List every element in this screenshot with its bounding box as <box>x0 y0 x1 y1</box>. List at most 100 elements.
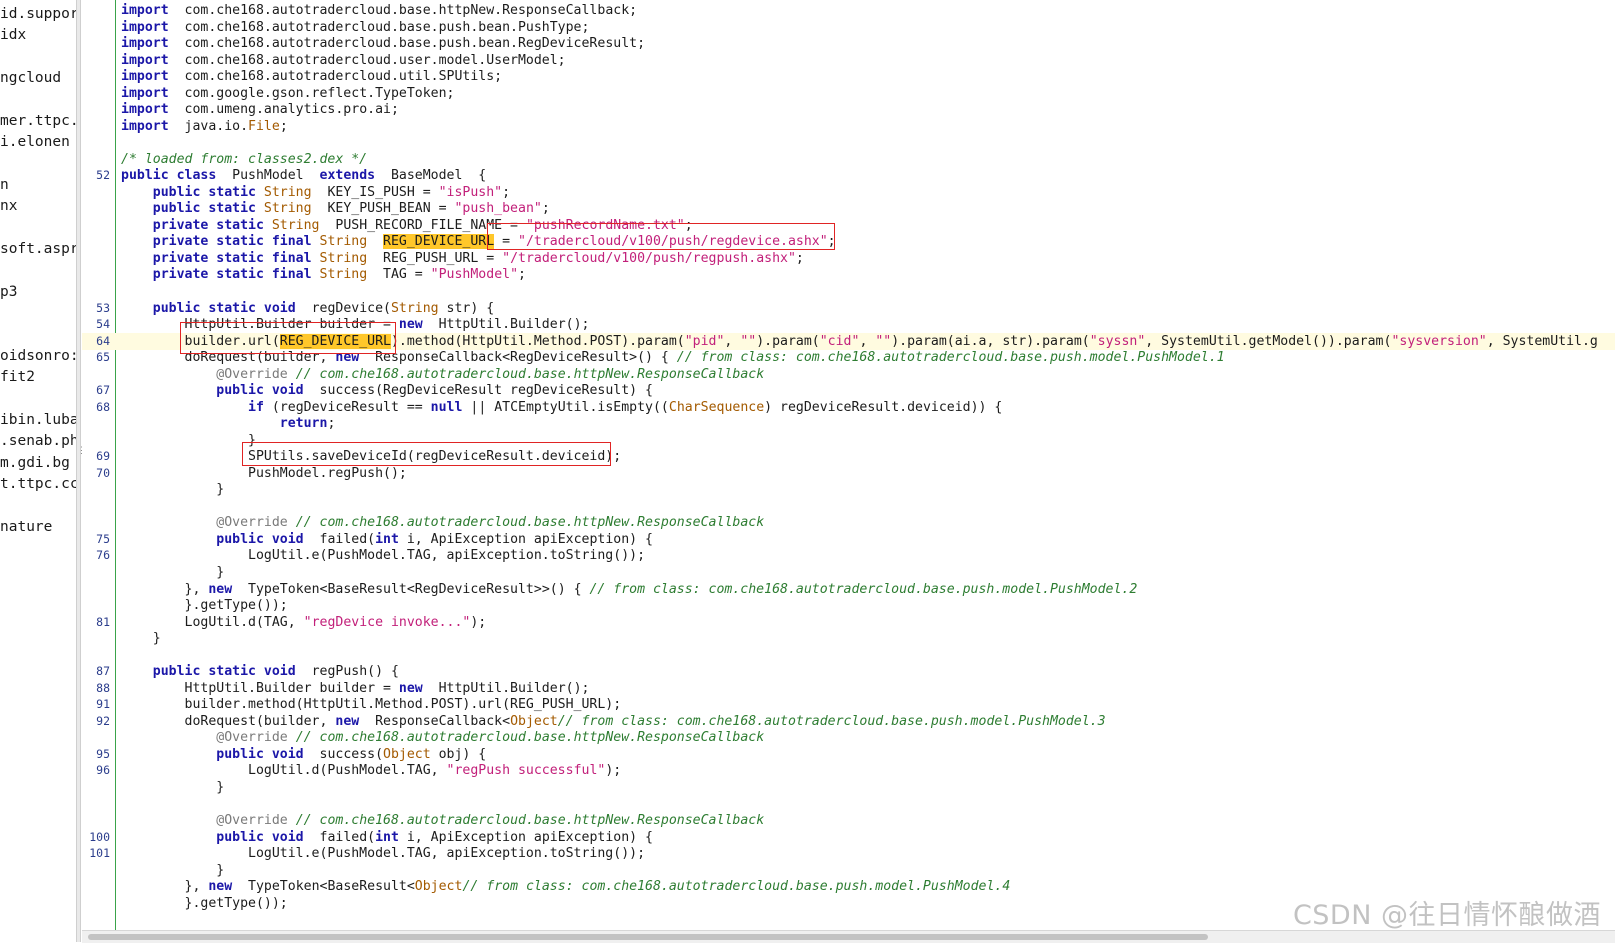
code-line[interactable]: }, new TypeToken<BaseResult<RegDeviceRes… <box>82 581 1615 598</box>
scrollbar-thumb[interactable] <box>88 934 1208 940</box>
code-line[interactable]: 87 public static void regPush() { <box>82 663 1615 680</box>
code-line[interactable]: 88 HttpUtil.Builder builder = new HttpUt… <box>82 680 1615 697</box>
code-token: i, ApiException apiException) { <box>398 829 653 845</box>
code-line[interactable]: 67 public void success(RegDeviceResult r… <box>82 382 1615 399</box>
code-line[interactable]: private static final String REG_PUSH_URL… <box>82 250 1615 267</box>
code-line[interactable]: 75 public void failed(int i, ApiExceptio… <box>82 531 1615 548</box>
code-token: String <box>311 250 368 266</box>
code-line[interactable] <box>82 647 1615 664</box>
code-token: } <box>121 565 225 581</box>
code-line[interactable]: 68 if (regDeviceResult == null || ATCEmp… <box>82 399 1615 416</box>
code-line[interactable]: import com.google.gson.reflect.TypeToken… <box>82 85 1615 102</box>
code-token: || ATCEmptyUtil.isEmpty(( <box>462 399 669 415</box>
code-text: return; <box>121 415 336 432</box>
code-line[interactable]: /* loaded from: classes2.dex */ <box>82 151 1615 168</box>
code-line[interactable]: } <box>82 630 1615 647</box>
code-line[interactable]: } <box>82 779 1615 796</box>
tree-item[interactable]: mer.ttpc. <box>0 113 76 129</box>
tree-item[interactable]: nature <box>0 519 52 535</box>
code-token: String <box>255 184 312 200</box>
code-line[interactable]: 65 doRequest(builder, new ResponseCallba… <box>82 349 1615 366</box>
code-line[interactable]: import java.io.File; <box>82 118 1615 135</box>
tree-item[interactable]: .senab.ph <box>0 433 76 449</box>
code-line[interactable]: import com.che168.autotradercloud.user.m… <box>82 52 1615 69</box>
code-line[interactable]: public static String KEY_PUSH_BEAN = "pu… <box>82 200 1615 217</box>
code-text: import com.che168.autotradercloud.util.S… <box>121 68 502 85</box>
tree-item[interactable]: id.suppor <box>0 6 76 22</box>
code-line[interactable]: public static String KEY_IS_PUSH = "isPu… <box>82 184 1615 201</box>
code-line[interactable]: 96 LogUtil.d(PushModel.TAG, "regPush suc… <box>82 762 1615 779</box>
line-number: 65 <box>96 350 110 365</box>
code-line[interactable]: @Override // com.che168.autotradercloud.… <box>82 514 1615 531</box>
code-line[interactable]: }.getType()); <box>82 597 1615 614</box>
code-line[interactable]: import com.che168.autotradercloud.util.S… <box>82 68 1615 85</box>
code-line[interactable]: } <box>82 481 1615 498</box>
code-text: }, new TypeToken<BaseResult<Object// fro… <box>121 878 1011 895</box>
tree-item[interactable]: soft.aspr <box>0 241 76 257</box>
code-line[interactable] <box>82 498 1615 515</box>
tree-item[interactable]: ibin.luba <box>0 412 76 428</box>
code-line[interactable]: @Override // com.che168.autotradercloud.… <box>82 366 1615 383</box>
code-token: com.google.gson.reflect.TypeToken; <box>168 85 455 101</box>
panel-splitter[interactable]: ⋮ <box>76 0 86 942</box>
code-line[interactable] <box>82 283 1615 300</box>
code-line[interactable]: import com.che168.autotradercloud.base.p… <box>82 19 1615 36</box>
code-line[interactable]: } <box>82 564 1615 581</box>
code-line[interactable]: private static final String REG_DEVICE_U… <box>82 233 1615 250</box>
code-line[interactable]: @Override // com.che168.autotradercloud.… <box>82 729 1615 746</box>
splitter-grip-icon[interactable]: ⋮ <box>77 447 86 465</box>
code-line[interactable]: import com.che168.autotradercloud.base.p… <box>82 35 1615 52</box>
code-line[interactable]: private static final String TAG = "PushM… <box>82 266 1615 283</box>
code-line[interactable]: 100 public void failed(int i, ApiExcepti… <box>82 829 1615 846</box>
tree-item[interactable]: i.elonen <box>0 134 70 150</box>
code-line[interactable]: 101 LogUtil.e(PushModel.TAG, apiExceptio… <box>82 845 1615 862</box>
code-line[interactable]: 92 doRequest(builder, new ResponseCallba… <box>82 713 1615 730</box>
code-token: } <box>121 631 161 647</box>
code-text: builder.method(HttpUtil.Method.POST).url… <box>121 696 622 713</box>
code-line[interactable]: 64 builder.url(REG_DEVICE_URL).method(Ht… <box>82 332 1615 350</box>
tree-item[interactable]: fit2 <box>0 369 35 385</box>
code-line[interactable]: 70 PushModel.regPush(); <box>82 465 1615 482</box>
code-token: com.umeng.analytics.pro.ai; <box>168 102 399 118</box>
code-token: public void <box>216 531 304 547</box>
code-line[interactable]: 91 builder.method(HttpUtil.Method.POST).… <box>82 696 1615 713</box>
code-token: if <box>248 399 264 415</box>
code-token: KEY_IS_PUSH = <box>311 184 439 200</box>
tree-item[interactable]: ngcloud <box>0 70 61 86</box>
code-line[interactable]: import com.che168.autotradercloud.base.h… <box>82 2 1615 19</box>
code-line[interactable] <box>82 134 1615 151</box>
tree-item[interactable]: oidsonro: <box>0 348 76 364</box>
tree-item[interactable]: t.ttpc.cc <box>0 476 76 492</box>
code-text: import java.io.File; <box>121 118 288 135</box>
code-line[interactable]: 95 public void success(Object obj) { <box>82 746 1615 763</box>
code-token: "regDevice invoke..." <box>303 614 471 630</box>
tree-item[interactable]: p3 <box>0 284 17 300</box>
line-number: 91 <box>96 697 110 712</box>
code-line[interactable]: private static String PUSH_RECORD_FILE_N… <box>82 217 1615 234</box>
code-line[interactable]: 76 LogUtil.e(PushModel.TAG, apiException… <box>82 547 1615 564</box>
tree-item[interactable]: nx <box>0 198 17 214</box>
code-line[interactable]: 69 SPUtils.saveDeviceId(regDeviceResult.… <box>82 448 1615 465</box>
code-line[interactable]: } <box>82 432 1615 449</box>
code-token: com.che168.autotradercloud.util.SPUtils; <box>168 69 503 85</box>
code-line[interactable]: 52 public class PushModel extends BaseMod… <box>82 167 1615 184</box>
code-line[interactable]: 53 public static void regDevice(String s… <box>82 300 1615 317</box>
tree-item[interactable]: m.gdi.bg <box>0 455 70 471</box>
tree-item[interactable]: n <box>0 177 9 193</box>
code-token: public void <box>216 746 304 762</box>
code-token: com.che168.autotradercloud.user.model.Us… <box>168 52 566 68</box>
tree-item[interactable]: idx <box>0 27 26 43</box>
code-editor[interactable]: import com.che168.autotradercloud.base.h… <box>82 0 1615 930</box>
code-line[interactable]: 81 LogUtil.d(TAG, "regDevice invoke...")… <box>82 614 1615 631</box>
code-line[interactable]: return; <box>82 415 1615 432</box>
line-number: 87 <box>96 664 110 679</box>
code-token: null <box>430 399 463 415</box>
code-line[interactable]: @Override // com.che168.autotradercloud.… <box>82 812 1615 829</box>
code-text: private static final String REG_DEVICE_U… <box>121 233 836 250</box>
code-line[interactable]: } <box>82 862 1615 879</box>
code-line[interactable] <box>82 795 1615 812</box>
code-line[interactable]: import com.umeng.analytics.pro.ai; <box>82 101 1615 118</box>
code-text: } <box>121 779 224 796</box>
code-line[interactable]: 54 HttpUtil.Builder builder = new HttpUt… <box>82 316 1615 333</box>
